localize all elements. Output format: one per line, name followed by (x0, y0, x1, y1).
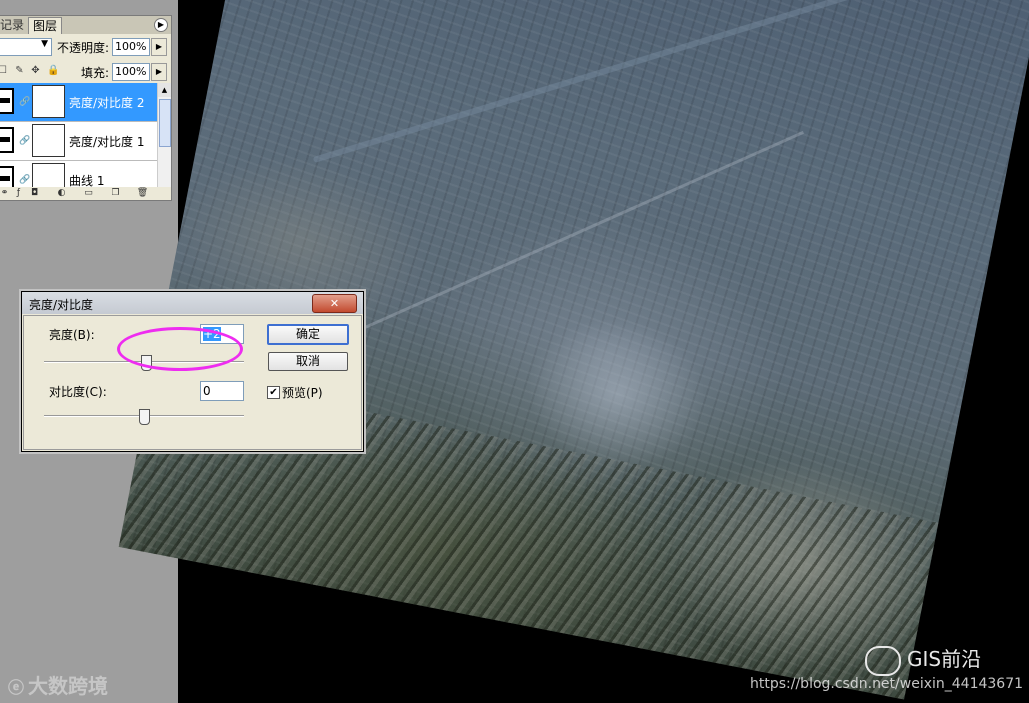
adjustment-layer-icon (0, 127, 14, 153)
lock-all-icon[interactable]: 🔒 (47, 65, 59, 76)
fill-input[interactable]: 100% (112, 63, 150, 81)
curves-layer-icon (0, 166, 14, 187)
preview-label: 预览(P) (282, 386, 323, 400)
layer-row-brightness-1[interactable]: 🔗 亮度/对比度 1 (0, 122, 157, 161)
layer-row-curves-1[interactable]: 🔗 曲线 1 (0, 161, 157, 187)
lock-fill-row: ☐ ✎ ✥ 🔒 填充: 100% ▶ (0, 61, 171, 83)
watermark-left-text: 大数跨境 (28, 674, 109, 698)
layer-mask-thumbnail (32, 163, 65, 187)
watermark-url: https://blog.csdn.net/weixin_44143671 (750, 676, 1024, 692)
watermark-gis-text: GIS前沿 (907, 647, 982, 671)
ok-button[interactable]: 确定 (267, 324, 349, 345)
link-layers-icon[interactable]: ⚭ (0, 187, 11, 200)
contrast-input[interactable]: 0 (200, 381, 244, 401)
close-button[interactable]: ✕ (312, 294, 357, 313)
fill-label: 填充: (81, 66, 110, 80)
blend-mode-select[interactable]: ▼ (0, 38, 52, 56)
layer-row-brightness-2[interactable]: 🔗 亮度/对比度 2 (0, 83, 157, 122)
layer-name: 亮度/对比度 1 (69, 135, 145, 149)
layers-bottom-bar: ⚭ ƒ ◘ ◐ ▭ ❐ 🗑 (0, 187, 171, 200)
tab-history[interactable]: 记录 (0, 17, 28, 33)
link-icon: 🔗 (19, 97, 31, 107)
link-icon: 🔗 (19, 136, 31, 146)
scroll-thumb[interactable] (159, 99, 171, 147)
dialog-title: 亮度/对比度 (29, 298, 94, 312)
opacity-arrow-icon[interactable]: ▶ (151, 38, 167, 56)
tab-layers[interactable]: 图层 (28, 17, 63, 34)
contrast-slider-thumb[interactable] (139, 409, 150, 425)
cancel-button[interactable]: 取消 (268, 352, 348, 371)
opacity-label: 不透明度: (57, 41, 110, 55)
watermark-left: ⓔ 大数跨境 (8, 670, 108, 699)
highlight-annotation (117, 327, 243, 371)
layers-panel: 记录 图层 ▶ ▼ 不透明度: 100% ▶ ☐ ✎ ✥ 🔒 填充: 100% … (0, 15, 172, 201)
brightness-label: 亮度(B): (49, 328, 95, 342)
river-feature (312, 0, 927, 164)
preview-checkbox[interactable]: ✔ (267, 386, 280, 399)
new-group-icon[interactable]: ▭ (82, 187, 95, 200)
layer-name: 曲线 1 (69, 174, 105, 187)
layer-style-icon[interactable]: ƒ (12, 187, 25, 200)
blend-opacity-row: ▼ 不透明度: 100% ▶ (0, 36, 171, 58)
chevron-down-icon: ▼ (41, 39, 48, 49)
panel-tabs: 记录 图层 ▶ (0, 16, 171, 34)
brightness-contrast-dialog: 亮度/对比度 ✕ 亮度(B): +2 对比度(C): 0 确定 取消 ✔ 预览(… (21, 291, 364, 452)
dialog-titlebar[interactable]: 亮度/对比度 ✕ (22, 292, 363, 314)
add-mask-icon[interactable]: ◘ (28, 187, 41, 200)
new-layer-icon[interactable]: ❐ (109, 187, 122, 200)
link-icon: 🔗 (19, 175, 31, 185)
adjustment-layer-icon (0, 88, 14, 114)
wechat-icon (865, 645, 901, 676)
lock-paint-icon[interactable]: ✎ (14, 65, 25, 76)
fill-arrow-icon[interactable]: ▶ (151, 63, 167, 81)
contrast-label: 对比度(C): (49, 385, 107, 399)
lock-move-icon[interactable]: ✥ (30, 65, 41, 76)
lock-transparent-icon[interactable]: ☐ (0, 65, 8, 76)
layer-mask-thumbnail (32, 124, 65, 157)
scroll-up-icon[interactable]: ▲ (158, 83, 171, 97)
delete-layer-icon[interactable]: 🗑 (136, 187, 149, 200)
panel-menu-icon[interactable]: ▶ (154, 18, 168, 32)
opacity-input[interactable]: 100% (112, 38, 150, 56)
layer-list-scrollbar[interactable]: ▲ (157, 83, 171, 187)
watermark-logo-icon: ⓔ (8, 678, 25, 697)
layer-name: 亮度/对比度 2 (69, 96, 145, 110)
new-adjustment-icon[interactable]: ◐ (55, 187, 68, 200)
watermark-gis: GIS前沿 (865, 643, 981, 676)
layer-list: 🔗 亮度/对比度 2 🔗 亮度/对比度 1 🔗 曲线 1 (0, 83, 157, 187)
layer-mask-thumbnail (32, 85, 65, 118)
